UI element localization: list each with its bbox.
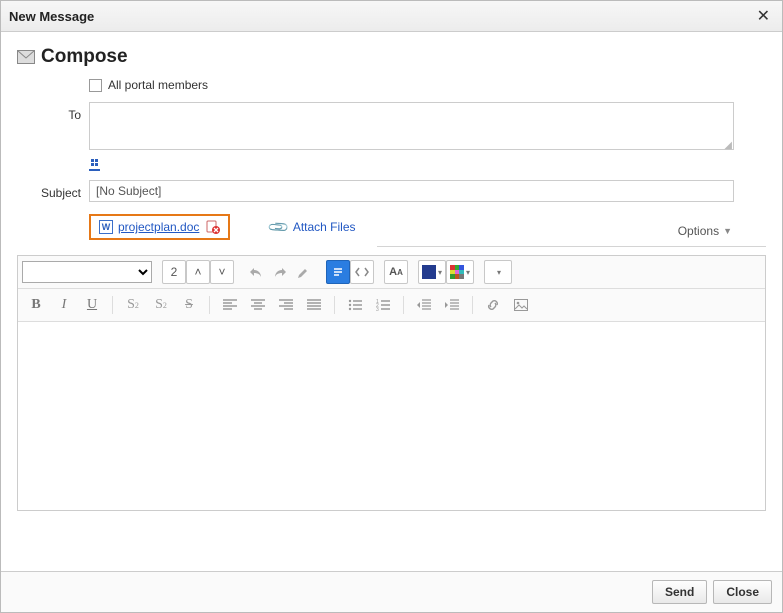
subscript-button[interactable]: S2 bbox=[119, 293, 147, 317]
html-mode-button[interactable] bbox=[350, 260, 374, 284]
new-message-window: New Message ✕ Compose All portal members… bbox=[0, 0, 783, 613]
undo-button[interactable] bbox=[244, 260, 268, 284]
remove-attachment-icon[interactable] bbox=[206, 220, 220, 234]
font-size-up-button[interactable]: ˄ bbox=[186, 260, 210, 284]
bullet-list-button[interactable] bbox=[341, 293, 369, 317]
subject-row: Subject bbox=[17, 180, 766, 202]
message-body-input[interactable] bbox=[18, 322, 765, 507]
strikethrough-button[interactable]: S bbox=[175, 293, 203, 317]
redo-button[interactable] bbox=[268, 260, 292, 284]
font-size-value: 2 bbox=[162, 260, 186, 284]
compose-header: Compose bbox=[17, 46, 766, 68]
image-button[interactable] bbox=[507, 293, 535, 317]
compose-title: Compose bbox=[41, 46, 128, 68]
align-center-button[interactable] bbox=[244, 293, 272, 317]
titlebar: New Message ✕ bbox=[1, 1, 782, 32]
highlight-button[interactable] bbox=[292, 260, 316, 284]
link-button[interactable] bbox=[479, 293, 507, 317]
text-mode-button[interactable] bbox=[326, 260, 350, 284]
bold-button[interactable]: B bbox=[22, 293, 50, 317]
more-dropdown[interactable]: ▾ bbox=[484, 260, 512, 284]
subject-label: Subject bbox=[17, 180, 89, 200]
align-left-button[interactable] bbox=[216, 293, 244, 317]
to-row: To ◢ bbox=[17, 102, 766, 174]
editor-toolbar-1: 2 ˄ ˅ AA ▾ ▾ bbox=[18, 256, 765, 289]
rich-text-editor: 2 ˄ ˅ AA ▾ ▾ bbox=[17, 255, 766, 511]
to-label: To bbox=[17, 102, 89, 122]
envelope-icon bbox=[17, 50, 35, 64]
options-dropdown[interactable]: Options ▼ bbox=[678, 224, 732, 238]
underline-button[interactable]: U bbox=[78, 293, 106, 317]
close-icon[interactable]: ✕ bbox=[753, 6, 774, 26]
superscript-button[interactable]: S2 bbox=[147, 293, 175, 317]
outdent-button[interactable] bbox=[410, 293, 438, 317]
font-size-down-button[interactable]: ˅ bbox=[210, 260, 234, 284]
svg-text:3: 3 bbox=[376, 307, 379, 311]
all-members-row: All portal members bbox=[17, 78, 766, 96]
chevron-down-icon: ▼ bbox=[723, 226, 732, 236]
content-area: Compose All portal members To ◢ Sub bbox=[1, 32, 782, 571]
options-label: Options bbox=[678, 224, 719, 238]
font-color-button[interactable]: AA bbox=[384, 260, 408, 284]
footer: Send Close bbox=[1, 571, 782, 612]
align-justify-button[interactable] bbox=[300, 293, 328, 317]
subject-input[interactable] bbox=[89, 180, 734, 202]
window-title: New Message bbox=[9, 9, 94, 24]
all-members-checkbox[interactable] bbox=[89, 79, 102, 92]
number-list-button[interactable]: 123 bbox=[369, 293, 397, 317]
align-right-button[interactable] bbox=[272, 293, 300, 317]
editor-toolbar-2: B I U S2 S2 S 123 bbox=[18, 289, 765, 322]
italic-button[interactable]: I bbox=[50, 293, 78, 317]
close-button[interactable]: Close bbox=[713, 580, 772, 604]
lookup-recipient-icon[interactable] bbox=[89, 157, 105, 171]
indent-button[interactable] bbox=[438, 293, 466, 317]
options-separator bbox=[377, 246, 766, 247]
bg-color-dropdown[interactable]: ▾ bbox=[446, 260, 474, 284]
send-button[interactable]: Send bbox=[652, 580, 707, 604]
all-members-label: All portal members bbox=[108, 78, 208, 92]
font-family-select[interactable] bbox=[22, 261, 152, 283]
text-color-dropdown[interactable]: ▾ bbox=[418, 260, 446, 284]
to-input[interactable] bbox=[89, 102, 734, 150]
